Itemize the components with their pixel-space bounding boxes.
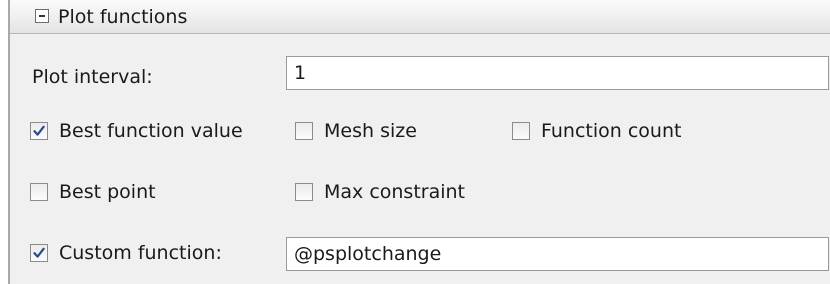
panel-header[interactable]: Plot functions	[10, 0, 830, 34]
plot-interval-label: Plot interval:	[32, 66, 153, 88]
minus-glyph	[39, 15, 45, 17]
checkbox-label: Max constraint	[324, 181, 466, 203]
checkmark-icon	[33, 247, 45, 258]
plot-interval-input[interactable]	[286, 56, 829, 90]
custom-function-input[interactable]	[286, 237, 829, 271]
panel-title: Plot functions	[58, 6, 188, 28]
collapse-icon[interactable]	[35, 9, 49, 23]
checkbox-box[interactable]	[512, 122, 530, 140]
checkbox-box[interactable]	[295, 122, 313, 140]
checkbox-box[interactable]	[30, 183, 48, 201]
checkbox-box[interactable]	[30, 244, 48, 262]
plot-functions-panel: Plot functions Plot interval: Best funct…	[8, 0, 830, 284]
checkbox-label: Function count	[541, 120, 682, 142]
checkbox-box[interactable]	[295, 183, 313, 201]
checkbox-box[interactable]	[30, 122, 48, 140]
checkbox-label: Best point	[59, 181, 156, 203]
checkbox-label: Mesh size	[324, 120, 417, 142]
checkmark-icon	[33, 125, 45, 136]
checkbox-label: Best function value	[59, 120, 243, 142]
checkbox-label: Custom function:	[59, 242, 222, 264]
